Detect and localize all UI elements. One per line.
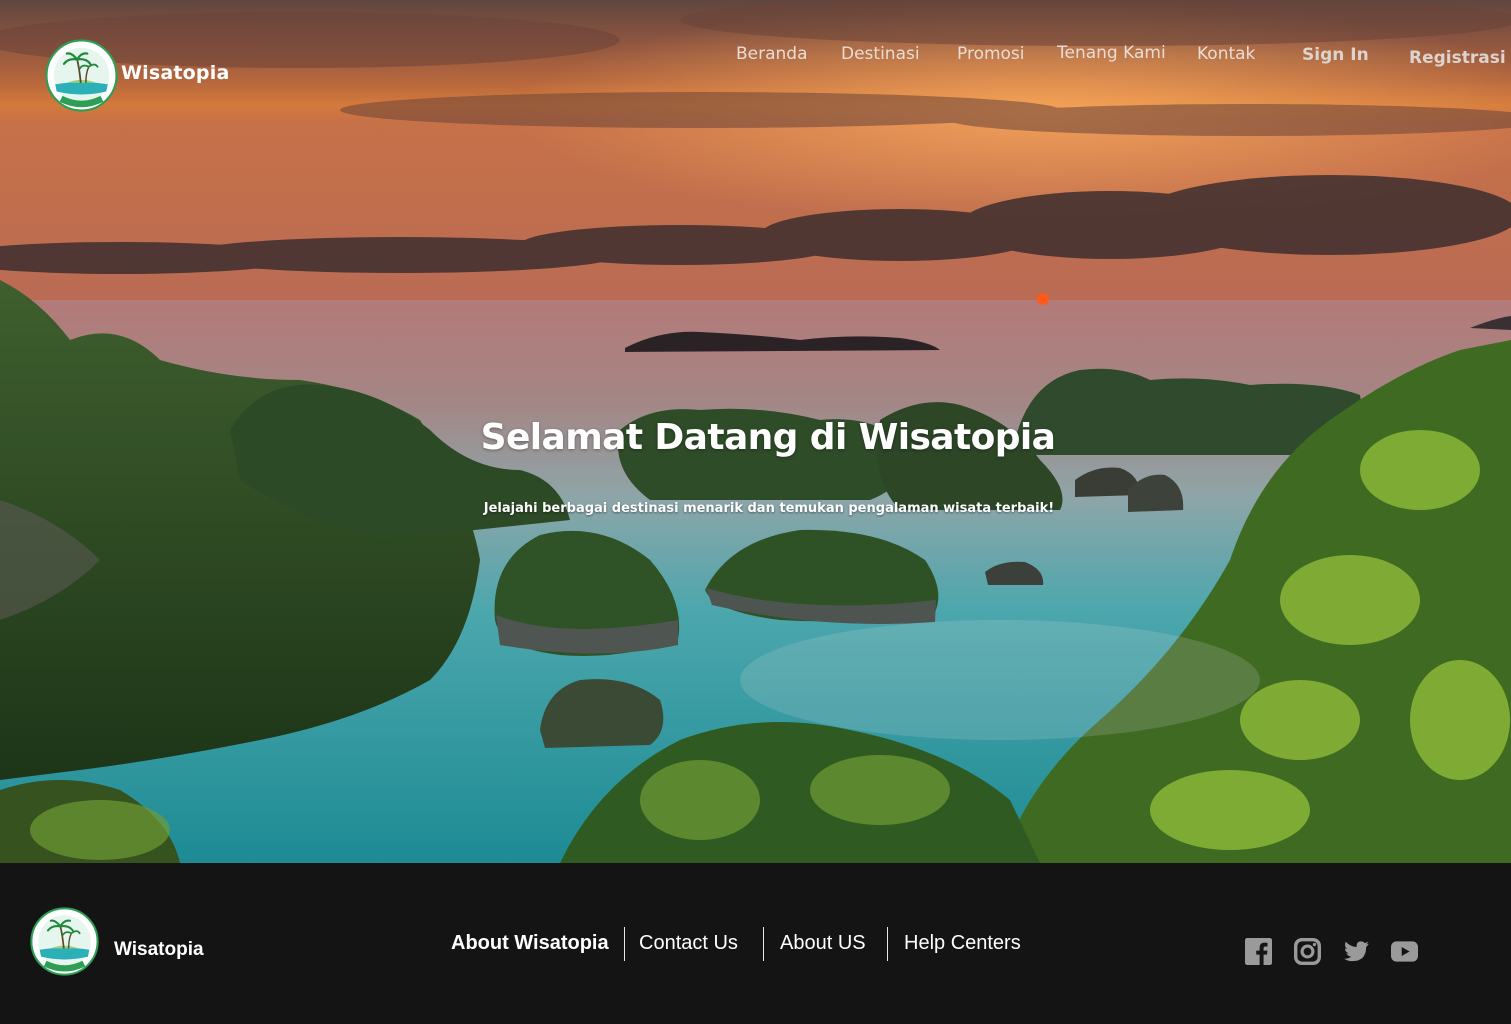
- register-button[interactable]: Registrasi: [1409, 48, 1506, 68]
- footer-link-help-centers[interactable]: Help Centers: [904, 932, 1021, 955]
- hero-subtitle: Jelajahi berbagai destinasi menarik dan …: [483, 501, 1055, 516]
- twitter-icon[interactable]: [1343, 938, 1370, 965]
- nav-kontak[interactable]: Kontak: [1197, 44, 1255, 64]
- footer-link-about-us[interactable]: About US: [780, 932, 866, 955]
- footer-link-about-wisatopia[interactable]: About Wisatopia: [451, 932, 609, 955]
- footer-divider: [624, 927, 625, 961]
- hero-title: Selamat Datang di Wisatopia: [480, 417, 1056, 458]
- hero-section: Wisatopia Beranda Destinasi Promosi Tena…: [0, 0, 1511, 863]
- footer-logo[interactable]: [30, 907, 99, 976]
- nav-promosi[interactable]: Promosi: [957, 44, 1025, 64]
- brand-name: Wisatopia: [121, 62, 230, 84]
- youtube-icon[interactable]: [1391, 938, 1418, 965]
- footer-divider: [763, 927, 764, 961]
- footer-divider: [887, 927, 888, 961]
- wisatopia-logo[interactable]: [45, 39, 118, 112]
- footer-brand-name: Wisatopia: [114, 939, 204, 960]
- sign-in-button[interactable]: Sign In: [1302, 45, 1369, 65]
- nav-destinasi[interactable]: Destinasi: [841, 44, 920, 64]
- facebook-icon[interactable]: [1245, 938, 1272, 965]
- footer-link-contact-us[interactable]: Contact Us: [639, 932, 738, 955]
- nav-beranda[interactable]: Beranda: [736, 44, 808, 64]
- nav-tentang-kami[interactable]: Tenang Kami: [1057, 43, 1166, 63]
- instagram-icon[interactable]: [1294, 938, 1321, 965]
- footer: Wisatopia About Wisatopia Contact Us Abo…: [0, 863, 1511, 1024]
